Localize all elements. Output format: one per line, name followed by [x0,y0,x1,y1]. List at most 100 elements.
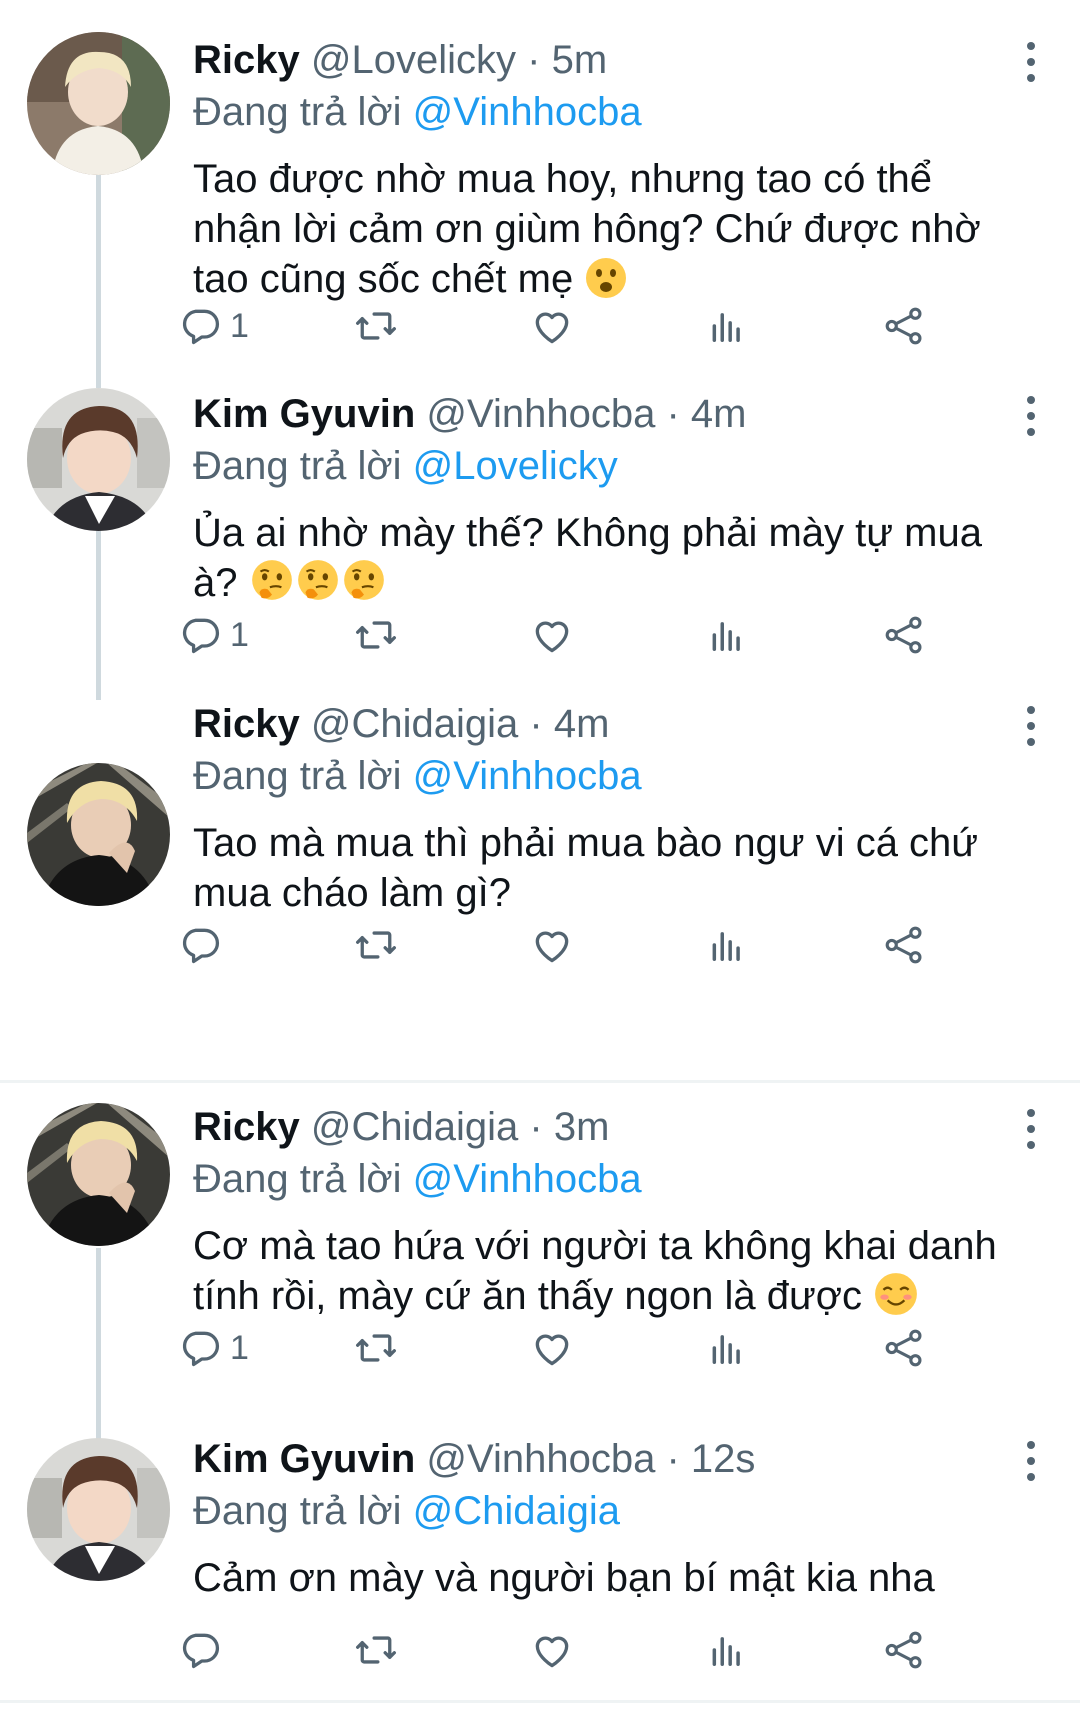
like-icon [535,1636,569,1668]
tweet-body: Ủa ai nhờ mày thế? Không phải mày tự mua… [193,508,1020,616]
reply-count: 1 [230,615,249,654]
avatar[interactable] [27,763,170,906]
share-icon [885,616,922,654]
reply-mention-link[interactable]: @Lovelicky [413,444,618,488]
views-icon [712,1637,740,1666]
like-button[interactable] [530,605,574,665]
like-button[interactable] [530,1620,574,1680]
tweet-text: Tao mà mua thì phải mua bào ngư vi cá ch… [193,821,979,915]
share-button[interactable] [883,1318,925,1378]
tweet-actions: 1 [182,1318,1023,1378]
more-icon[interactable] [1020,1439,1042,1483]
views-icon [712,313,740,342]
retweet-icon [356,1636,396,1664]
reply-mention-link[interactable]: @Vinhhocba [413,90,642,134]
share-button[interactable] [883,296,925,356]
like-button[interactable] [530,1318,574,1378]
separator-dot: · [529,702,543,746]
display-name[interactable]: Kim Gyuvin [193,1437,415,1481]
retweet-icon [356,931,396,959]
tweet[interactable]: Ricky @Chidaigia · 4m Đang trả lời @Vinh… [0,680,1080,1080]
display-name[interactable]: Ricky [193,38,300,82]
thread-connector-line [96,520,101,700]
reply-mention-link[interactable]: @Vinhhocba [413,754,642,798]
reply-icon [182,1633,220,1669]
like-icon [535,931,569,963]
like-button[interactable] [530,915,574,975]
like-button[interactable] [530,296,574,356]
reply-mention-link[interactable]: @Chidaigia [413,1489,620,1533]
reply-button[interactable]: 1 [178,296,249,356]
retweet-button[interactable] [353,605,399,665]
views-button[interactable] [708,605,746,665]
thread-divider [0,1700,1080,1703]
timestamp[interactable]: 5m [552,38,608,82]
user-handle[interactable]: @Lovelicky [311,38,516,82]
reply-count: 1 [230,306,249,345]
separator-dot: · [527,38,541,82]
replying-to-label: Đang trả lời [193,1157,402,1201]
share-icon [885,926,922,964]
views-icon [712,1335,740,1364]
reply-icon [182,928,220,964]
user-handle[interactable]: @Chidaigia [311,1105,518,1149]
reply-mention-link[interactable]: @Vinhhocba [413,1157,642,1201]
tweet-body: Tao được nhờ mua hoy, nhưng tao có thể n… [193,154,1020,312]
timestamp[interactable]: 4m [554,702,610,746]
tweet[interactable]: Ricky @Lovelicky · 5m Đang trả lời @Vinh… [0,0,1080,388]
views-button[interactable] [708,1620,746,1680]
views-button[interactable] [708,296,746,356]
reply-icon [182,309,220,345]
tweet-actions: 1 [182,296,1023,356]
more-icon[interactable] [1020,704,1042,748]
display-name[interactable]: Kim Gyuvin [193,392,415,436]
separator-dot: · [529,1105,543,1149]
timestamp[interactable]: 4m [691,392,747,436]
reply-button[interactable] [178,1620,230,1680]
tweet-body: Cơ mà tao hứa với người ta không khai da… [193,1221,1020,1329]
tweet-body: Tao mà mua thì phải mua bào ngư vi cá ch… [193,818,1020,918]
replying-to-label: Đang trả lời [193,754,402,798]
avatar[interactable] [27,32,170,175]
share-button[interactable] [883,605,925,665]
retweet-button[interactable] [353,296,399,356]
avatar[interactable] [27,1438,170,1581]
display-name[interactable]: Ricky [193,702,300,746]
tweet[interactable]: Kim Gyuvin @Vinhhocba · 4m Đang trả lời … [0,370,1080,700]
share-icon [885,1631,922,1669]
avatar[interactable] [27,388,170,531]
thread-connector-line [96,168,101,388]
retweet-button[interactable] [353,1318,399,1378]
retweet-icon [356,312,396,340]
timestamp[interactable]: 12s [691,1437,756,1481]
reply-button[interactable]: 1 [178,1318,249,1378]
timestamp[interactable]: 3m [554,1105,610,1149]
share-icon [885,307,922,345]
retweet-button[interactable] [353,915,399,975]
tweet[interactable]: Kim Gyuvin @Vinhhocba · 12s Đang trả lời… [0,1433,1080,1715]
more-icon[interactable] [1020,40,1042,84]
display-name[interactable]: Ricky [193,1105,300,1149]
retweet-icon [356,621,396,649]
like-icon [535,1334,569,1366]
share-button[interactable] [883,1620,925,1680]
more-icon[interactable] [1020,394,1042,438]
views-icon [712,622,740,651]
more-icon[interactable] [1020,1107,1042,1151]
retweet-icon [356,1334,396,1362]
avatar[interactable] [27,1103,170,1246]
views-button[interactable] [708,1318,746,1378]
retweet-button[interactable] [353,1620,399,1680]
reply-button[interactable]: 1 [178,605,249,665]
tweet-body: Cảm ơn mày và người bạn bí mật kia nha [193,1553,1020,1603]
tweet-text: Cảm ơn mày và người bạn bí mật kia nha [193,1556,935,1600]
user-handle[interactable]: @Chidaigia [311,702,518,746]
views-button[interactable] [708,915,746,975]
share-button[interactable] [883,915,925,975]
reply-button[interactable] [178,915,230,975]
user-handle[interactable]: @Vinhhocba [426,392,655,436]
user-handle[interactable]: @Vinhhocba [426,1437,655,1481]
reply-icon [182,1331,220,1367]
tweet[interactable]: Ricky @Chidaigia · 3m Đang trả lời @Vinh… [0,1083,1080,1451]
like-icon [535,621,569,653]
